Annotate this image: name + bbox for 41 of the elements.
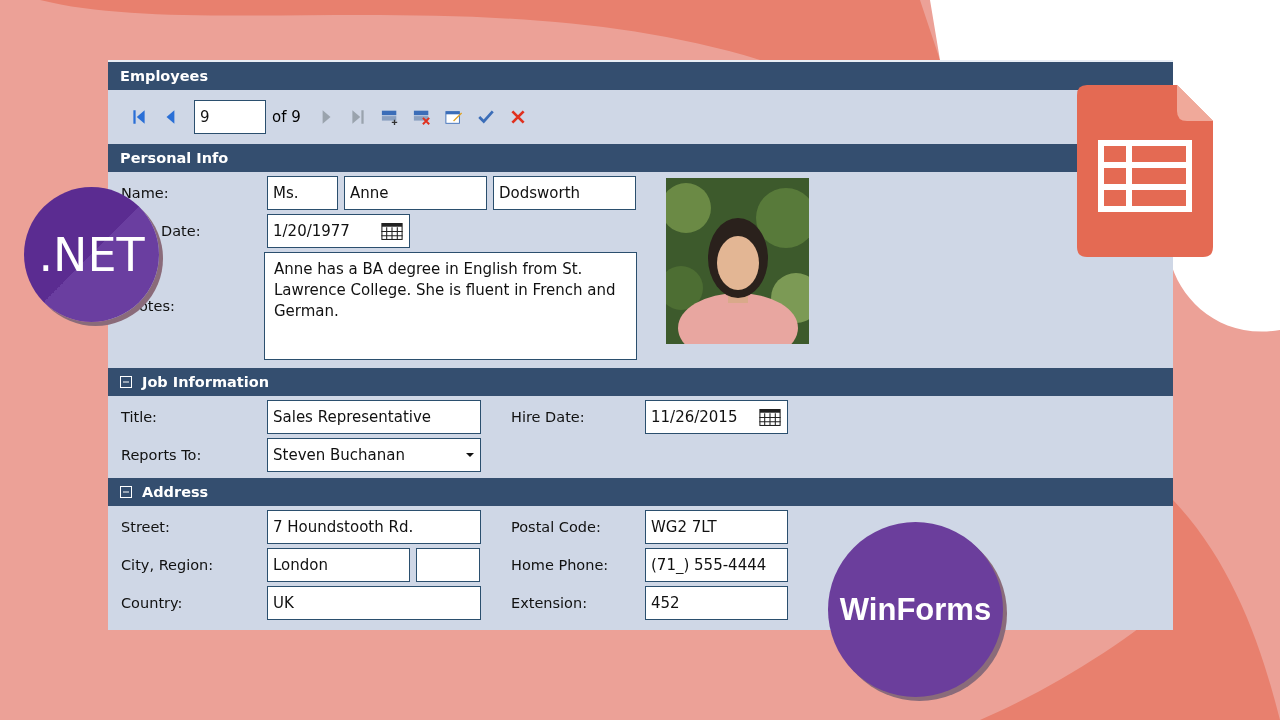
field-label: Reports To: (121, 447, 203, 463)
add-row-icon[interactable] (380, 108, 399, 126)
field-label: Extension: (510, 595, 589, 611)
field-label: Street: (121, 519, 171, 535)
delete-row-icon[interactable] (412, 108, 431, 126)
collapse-icon[interactable] (120, 486, 132, 498)
field-label: Postal Code: (510, 519, 602, 535)
field-label: Home Phone: (510, 557, 610, 573)
field-label: Date: (160, 223, 202, 239)
date-field[interactable]: 1/20/1977 (267, 214, 410, 248)
field-label: Hire Date: (510, 409, 586, 425)
section-title: Address (142, 484, 209, 500)
record-count: of 9 (272, 108, 301, 126)
text-field[interactable]: 452 (645, 586, 788, 620)
spreadsheet-icon (1077, 85, 1213, 257)
field-label: Title: (121, 409, 158, 425)
text-field[interactable]: Sales Representative (267, 400, 481, 434)
last-name-field[interactable]: Dodsworth (493, 176, 636, 210)
edit-icon[interactable] (444, 108, 463, 126)
dropdown[interactable]: Steven Buchanan (267, 438, 481, 472)
text-field[interactable]: London (267, 548, 410, 582)
first-record-icon[interactable] (130, 108, 148, 126)
field-label: City, Region: (121, 557, 215, 573)
text-field[interactable] (416, 548, 480, 582)
date-field[interactable]: 11/26/2015 (645, 400, 788, 434)
position-field[interactable]: 9 (194, 100, 266, 134)
text-field[interactable]: 7 Houndstooth Rd. (267, 510, 481, 544)
text-field[interactable]: WG2 7LT (645, 510, 788, 544)
section-title: Job Information (142, 374, 269, 390)
window-title: Employees (108, 62, 1173, 90)
first-name-field[interactable]: Anne (344, 176, 487, 210)
field-label: Country: (121, 595, 184, 611)
calendar-icon[interactable] (381, 222, 403, 240)
text-field[interactable]: (71_) 555-4444 (645, 548, 788, 582)
checkmark-icon[interactable] (476, 108, 495, 126)
caret-icon (466, 453, 474, 457)
calendar-icon[interactable] (759, 408, 781, 426)
text-field[interactable]: UK (267, 586, 481, 620)
notes-field[interactable]: Anne has a BA degree in English from St. Lawrence College. She is fluent in French and German. (263, 252, 637, 360)
collapse-icon[interactable] (120, 376, 132, 388)
title-field[interactable]: Ms. (267, 176, 338, 210)
